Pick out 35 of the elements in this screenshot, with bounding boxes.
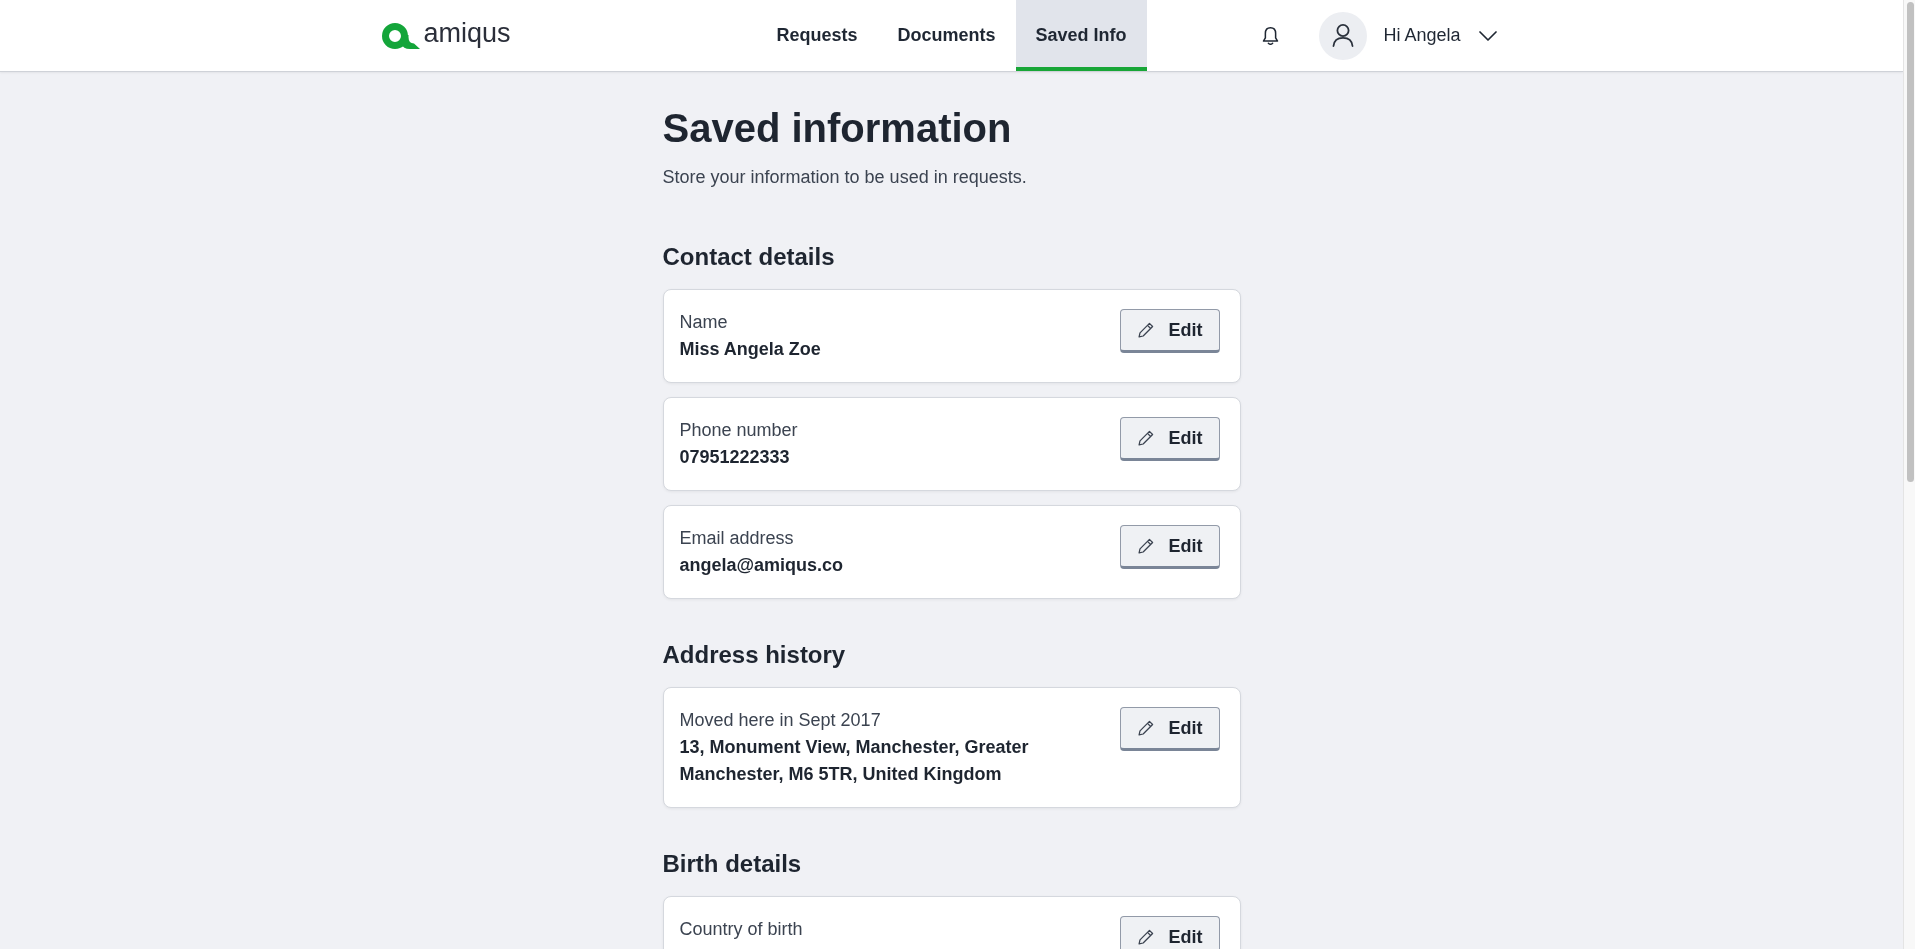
user-menu-button[interactable]: Hi Angela: [1319, 11, 1497, 60]
edit-button[interactable]: Edit: [1119, 707, 1220, 751]
field-label: Country of birth: [679, 918, 803, 941]
field-label: Moved here in Sept 2017: [679, 709, 882, 732]
pencil-icon: [1136, 719, 1155, 737]
pencil-icon: [1136, 928, 1155, 946]
edit-button[interactable]: Edit: [1119, 916, 1220, 949]
field-label: Email address: [679, 527, 795, 550]
section-heading: Birth details: [662, 849, 803, 879]
field-label: Phone number: [679, 419, 798, 442]
scrollbar-track[interactable]: [1903, 0, 1915, 949]
nav-tab[interactable]: Requests: [756, 0, 878, 71]
logo-link[interactable]: amiqus: [381, 18, 511, 53]
field-value: 13, Monument View, Manchester, Greater Manchester, M6 5TR, United Kingdom: [679, 736, 1030, 786]
field-label: Name: [679, 311, 729, 334]
field-value: angela@amiqus.co: [679, 554, 844, 577]
notifications-bell-icon[interactable]: [1261, 24, 1281, 47]
nav-tab[interactable]: Documents: [877, 0, 1016, 71]
pencil-icon: [1136, 321, 1155, 339]
avatar-person-icon: [1319, 11, 1368, 60]
pencil-icon: [1136, 429, 1155, 447]
edit-button[interactable]: Edit: [1119, 309, 1220, 353]
edit-button[interactable]: Edit: [1119, 417, 1220, 461]
nav-tab[interactable]: Saved Info: [1015, 0, 1147, 71]
page-subtitle: Store your information to be used in requests.: [662, 166, 1028, 189]
chevron-down-icon: [1478, 30, 1497, 41]
logo-mark-icon: [381, 23, 420, 49]
field-value: Miss Angela Zoe: [679, 338, 821, 361]
edit-button[interactable]: Edit: [1119, 525, 1220, 569]
page-title: Saved information: [662, 105, 1013, 152]
scrollbar-thumb[interactable]: [1907, 2, 1914, 482]
section-heading: Address history: [662, 640, 847, 670]
section-heading: Contact details: [662, 242, 836, 272]
pencil-icon: [1136, 537, 1155, 555]
field-value: 07951222333: [679, 446, 791, 469]
